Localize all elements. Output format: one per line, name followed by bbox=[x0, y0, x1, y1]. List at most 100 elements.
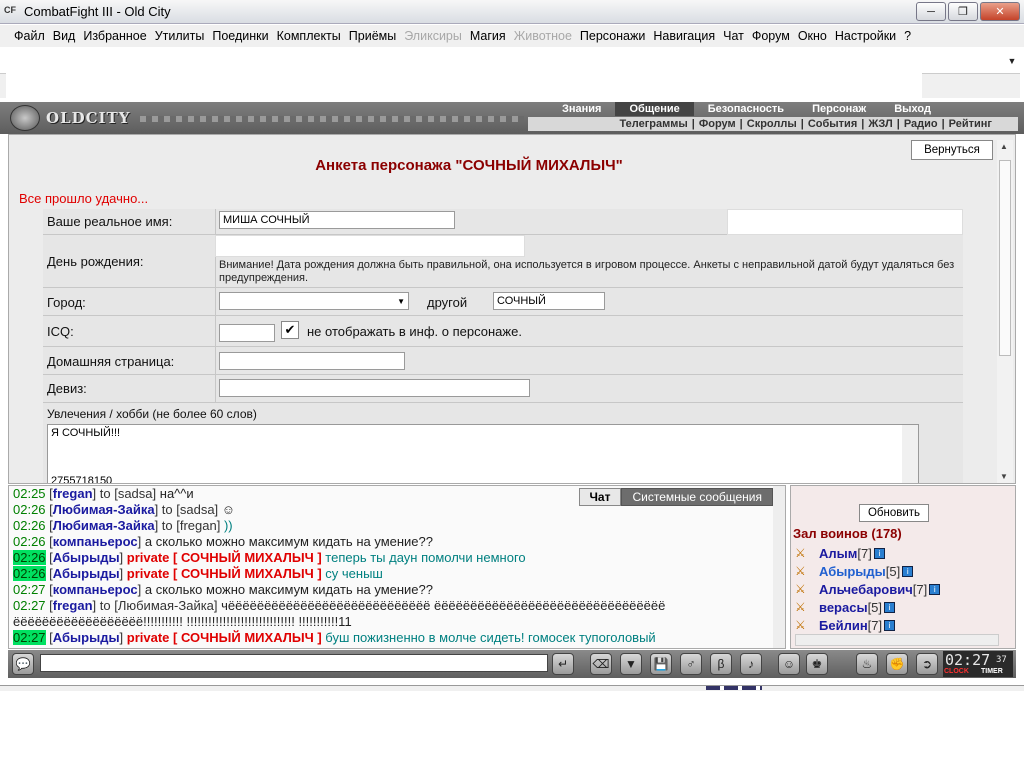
translit-icon[interactable]: β bbox=[710, 653, 732, 675]
address-box[interactable] bbox=[6, 47, 922, 101]
hobby-scrollbar[interactable] bbox=[902, 425, 918, 483]
chat-time[interactable]: 02:27 bbox=[13, 598, 46, 613]
chat-nick[interactable]: fregan bbox=[53, 598, 93, 613]
chat-recipient[interactable]: to [sadsa] bbox=[162, 502, 218, 517]
form-scrollbar[interactable]: ▲ ▼ bbox=[997, 140, 1013, 483]
chat-time[interactable]: 02:26 bbox=[13, 534, 46, 549]
info-icon[interactable]: i bbox=[884, 619, 896, 631]
menu-item[interactable]: ? bbox=[904, 29, 911, 43]
exit-icon[interactable]: ➲ bbox=[916, 653, 938, 675]
tab-system-messages[interactable]: Системные сообщения bbox=[621, 488, 773, 506]
close-button[interactable]: ✕ bbox=[980, 2, 1020, 21]
sound-icon[interactable]: ♪ bbox=[740, 653, 762, 675]
tab-top[interactable]: Знания bbox=[548, 102, 615, 116]
speech-icon[interactable]: 💬 bbox=[12, 653, 34, 675]
bag-icon[interactable]: ♨ bbox=[856, 653, 878, 675]
scroll-down-icon[interactable]: ▼ bbox=[1000, 472, 1008, 481]
sub-link[interactable]: События bbox=[808, 118, 857, 130]
motto-input[interactable] bbox=[219, 379, 530, 397]
info-icon[interactable]: i bbox=[929, 583, 941, 595]
sub-link[interactable]: Радио bbox=[904, 118, 938, 130]
menu-item[interactable]: Комплекты bbox=[277, 29, 341, 43]
tab-top[interactable]: Безопасность bbox=[694, 102, 798, 116]
icq-input[interactable] bbox=[219, 324, 275, 342]
fist-icon[interactable]: ✊ bbox=[886, 653, 908, 675]
save-log-icon[interactable]: 💾 bbox=[650, 653, 672, 675]
menu-item[interactable]: Персонажи bbox=[580, 29, 645, 43]
menu-item[interactable]: Приёмы bbox=[349, 29, 396, 43]
info-icon[interactable]: i bbox=[884, 601, 896, 613]
city-other-input[interactable]: СОЧНЫЙ bbox=[493, 292, 605, 310]
chat-nick[interactable]: Любимая-Зайка bbox=[53, 518, 155, 533]
menu-item[interactable]: Форум bbox=[752, 29, 790, 43]
chat-private-target[interactable]: private [ СОЧНЫЙ МИХАЛЫЧ ] bbox=[127, 566, 322, 581]
chat-recipient[interactable]: to [Любимая-Зайка] bbox=[100, 598, 218, 613]
chat-time[interactable]: 02:26 bbox=[13, 566, 46, 581]
filter-icon[interactable]: ▼ bbox=[620, 653, 642, 675]
scroll-up-icon[interactable]: ▲ bbox=[1000, 142, 1008, 151]
hobby-textarea[interactable]: Я СОЧНЫЙ!!! 2755718150 bbox=[47, 424, 919, 483]
player-name[interactable]: верасы bbox=[819, 600, 868, 615]
maximize-button[interactable]: ❐ bbox=[948, 2, 978, 21]
info-icon[interactable]: i bbox=[902, 565, 914, 577]
sub-link[interactable]: Рейтинг bbox=[949, 118, 992, 130]
menu-item[interactable]: Чат bbox=[723, 29, 744, 43]
chat-recipient[interactable]: to [fregan] bbox=[162, 518, 221, 533]
smiley-icon[interactable]: ☺ bbox=[778, 653, 800, 675]
chat-nick[interactable]: Абырыды bbox=[53, 566, 120, 581]
chevron-down-icon[interactable]: ▼ bbox=[1004, 53, 1020, 69]
refresh-button[interactable]: Обновить bbox=[859, 504, 929, 522]
chat-nick[interactable]: компаньерос bbox=[53, 534, 138, 549]
tab-top[interactable]: Персонаж bbox=[798, 102, 880, 116]
chat-recipient[interactable]: to [sadsa] bbox=[100, 486, 156, 501]
sub-link[interactable]: Скроллы bbox=[747, 118, 797, 130]
birthday-input[interactable] bbox=[215, 235, 525, 257]
player-name[interactable]: Бейлин bbox=[819, 618, 868, 633]
sub-link[interactable]: ЖЗЛ bbox=[868, 118, 892, 130]
chat-private-target[interactable]: private [ СОЧНЫЙ МИХАЛЫЧ ] bbox=[127, 550, 322, 565]
timer-mode-label[interactable]: TIMER bbox=[981, 668, 1003, 675]
chat-message-input[interactable] bbox=[40, 654, 548, 672]
player-name[interactable]: Альчебарович bbox=[819, 582, 913, 597]
player-name[interactable]: Абырыды bbox=[819, 564, 886, 579]
player-name[interactable]: Алым bbox=[819, 546, 857, 561]
chat-nick[interactable]: компаньерос bbox=[53, 582, 138, 597]
tab-top[interactable]: Выход bbox=[880, 102, 945, 116]
chat-private-target[interactable]: private [ СОЧНЫЙ МИХАЛЫЧ ] bbox=[127, 630, 322, 645]
homepage-input[interactable] bbox=[219, 352, 405, 370]
menu-item[interactable]: Утилиты bbox=[155, 29, 205, 43]
chat-scrollbar[interactable] bbox=[773, 486, 785, 648]
real-name-input[interactable]: МИША СОЧНЫЙ bbox=[219, 211, 455, 229]
menu-item[interactable]: Настройки bbox=[835, 29, 896, 43]
menu-item[interactable]: Вид bbox=[53, 29, 76, 43]
info-icon[interactable]: i bbox=[873, 547, 885, 559]
chat-nick[interactable]: Абырыды bbox=[53, 630, 120, 645]
sub-link[interactable]: Телеграммы bbox=[619, 118, 687, 130]
minimize-button[interactable]: ─ bbox=[916, 2, 946, 21]
sub-link[interactable]: Форум bbox=[699, 118, 736, 130]
send-icon[interactable]: ↵ bbox=[552, 653, 574, 675]
chat-nick[interactable]: Абырыды bbox=[53, 550, 120, 565]
menu-item[interactable]: Окно bbox=[798, 29, 827, 43]
menu-item[interactable]: Избранное bbox=[83, 29, 146, 43]
tab-top[interactable]: Общение bbox=[615, 102, 694, 116]
menu-item[interactable]: Навигация bbox=[653, 29, 715, 43]
tab-chat[interactable]: Чат bbox=[578, 488, 622, 506]
chat-nick[interactable]: fregan bbox=[53, 486, 93, 501]
chat-nick[interactable]: Любимая-Зайка bbox=[53, 502, 155, 517]
scroll-thumb[interactable] bbox=[999, 160, 1011, 356]
menu-item[interactable]: Магия bbox=[470, 29, 506, 43]
helmet-icon[interactable]: ♚ bbox=[806, 653, 828, 675]
chat-time[interactable]: 02:25 bbox=[13, 486, 46, 501]
menu-item[interactable]: Поединки bbox=[212, 29, 268, 43]
chat-time[interactable]: 02:26 bbox=[13, 550, 46, 565]
chat-time[interactable]: 02:26 bbox=[13, 502, 46, 517]
walk-icon[interactable]: ♂ bbox=[680, 653, 702, 675]
city-select[interactable]: ▼ bbox=[219, 292, 409, 310]
chat-time[interactable]: 02:27 bbox=[13, 582, 46, 597]
eraser-icon[interactable]: ⌫ bbox=[590, 653, 612, 675]
chat-time[interactable]: 02:27 bbox=[13, 630, 46, 645]
players-hscrollbar[interactable] bbox=[795, 634, 999, 646]
menu-item[interactable]: Файл bbox=[14, 29, 45, 43]
clock-mode-label[interactable]: CLOCK bbox=[944, 668, 969, 675]
